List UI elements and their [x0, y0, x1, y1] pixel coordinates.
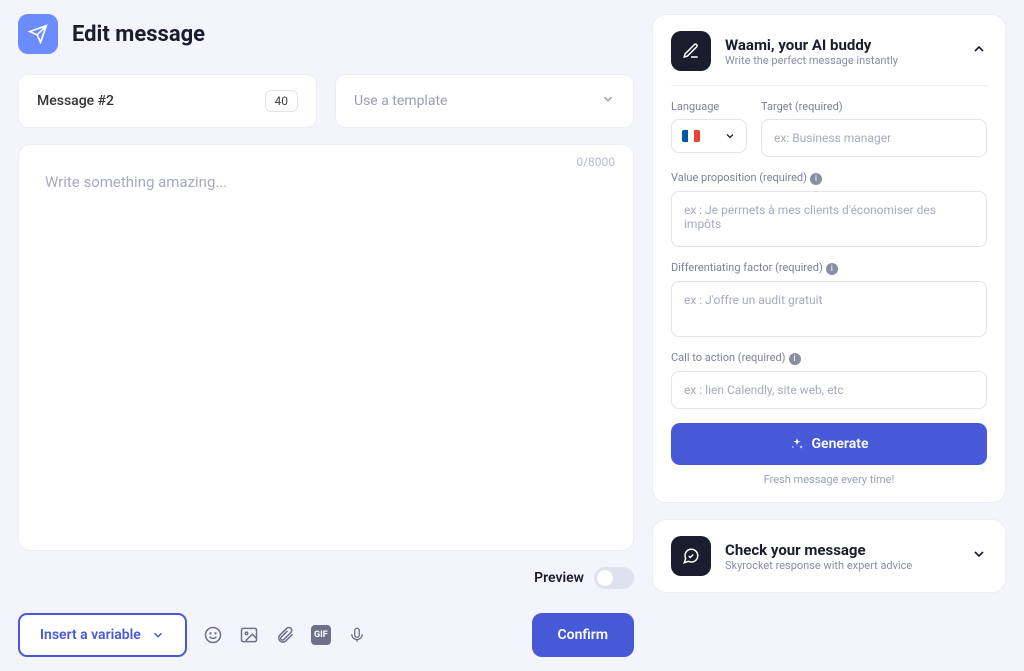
cta-input[interactable]	[671, 371, 987, 409]
page-title: Edit message	[72, 22, 205, 47]
info-icon[interactable]: i	[826, 263, 838, 275]
template-placeholder: Use a template	[354, 93, 447, 109]
chevron-down-icon	[724, 130, 736, 142]
language-label: Language	[671, 100, 747, 113]
page-header: Edit message	[18, 14, 634, 54]
target-input[interactable]	[761, 119, 987, 157]
check-title: Check your message	[725, 541, 957, 559]
generate-button[interactable]: Generate	[671, 423, 987, 465]
chevron-down-icon	[151, 628, 165, 642]
attachment-icon[interactable]	[275, 625, 295, 645]
target-label: Target (required)	[761, 100, 987, 113]
check-icon	[671, 536, 711, 576]
emoji-icon[interactable]	[203, 625, 223, 645]
gif-icon[interactable]: GIF	[311, 625, 331, 645]
diff-label: Differentiating factor (required)i	[671, 261, 987, 275]
send-icon	[18, 14, 58, 54]
insert-variable-button[interactable]: Insert a variable	[18, 613, 187, 657]
message-name-input[interactable]: Message #2 40	[18, 74, 317, 128]
france-flag-icon	[682, 130, 700, 142]
template-select[interactable]: Use a template	[335, 74, 634, 128]
value-label: Value proposition (required)i	[671, 171, 987, 185]
message-editor[interactable]: 0/8000 Write something amazing...	[18, 144, 634, 551]
preview-label: Preview	[534, 570, 584, 586]
value-input[interactable]	[671, 191, 987, 247]
preview-toggle[interactable]	[594, 567, 634, 589]
check-panel[interactable]: Check your message Skyrocket response wi…	[652, 519, 1006, 593]
chevron-down-icon[interactable]	[971, 546, 987, 566]
edit-icon	[671, 31, 711, 71]
image-icon[interactable]	[239, 625, 259, 645]
sparkle-icon	[790, 437, 804, 451]
editor-counter: 0/8000	[576, 155, 615, 169]
waami-panel: Waami, your AI buddy Write the perfect m…	[652, 14, 1006, 503]
cta-label: Call to action (required)i	[671, 351, 987, 365]
microphone-icon[interactable]	[347, 625, 367, 645]
info-icon[interactable]: i	[810, 173, 822, 185]
waami-title: Waami, your AI buddy	[725, 36, 957, 54]
waami-subtitle: Write the perfect message instantly	[725, 54, 957, 67]
message-name-label: Message #2	[37, 93, 114, 109]
confirm-button[interactable]: Confirm	[532, 613, 634, 657]
fresh-message-label: Fresh message every time!	[671, 473, 987, 486]
editor-placeholder: Write something amazing...	[45, 173, 607, 191]
check-subtitle: Skyrocket response with expert advice	[725, 559, 957, 572]
language-select[interactable]	[671, 119, 747, 153]
info-icon[interactable]: i	[789, 353, 801, 365]
chevron-up-icon[interactable]	[971, 41, 987, 61]
message-char-count: 40	[265, 90, 299, 112]
chevron-down-icon	[601, 92, 615, 110]
diff-input[interactable]	[671, 281, 987, 337]
